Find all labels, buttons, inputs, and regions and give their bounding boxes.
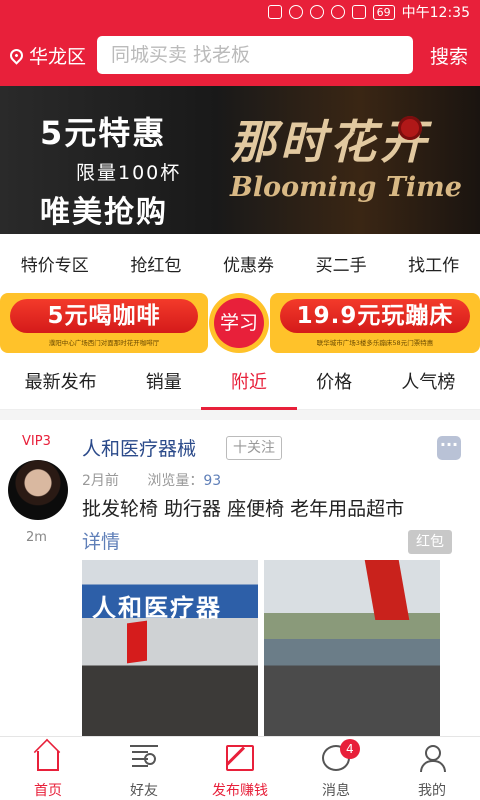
banner-slogan: 唯美抢购 (40, 195, 168, 230)
nav-messages-label: 消息 (322, 783, 350, 799)
views-count: 93 (203, 473, 222, 489)
battery-indicator: 69 (372, 4, 395, 20)
promo-banner[interactable]: 5元特惠 限量100杯 唯美抢购 那时花开 Blooming Time (0, 86, 480, 234)
promo-trampoline[interactable]: 19.9元玩蹦床 联华城市广场3楼多乐蹦床58元门票特惠 (270, 293, 480, 353)
home-icon (37, 751, 59, 771)
search-button[interactable]: 搜索 (430, 42, 468, 69)
nav-friends[interactable]: 好友 (96, 737, 192, 800)
tab-sales[interactable]: 销量 (138, 356, 190, 410)
views-label: 浏览量： (147, 473, 204, 489)
post-title[interactable]: 批发轮椅 助行器 座便椅 老年用品超市 (82, 494, 404, 521)
clock: 中午12:35 (401, 5, 470, 21)
flag-icon (127, 620, 147, 664)
banner-brand-cn: 那时花开 (230, 115, 430, 169)
rose-icon (398, 116, 422, 140)
tab-popular[interactable]: 人气榜 (393, 356, 463, 410)
vip-badge: VIP3 (22, 434, 51, 449)
nav-post[interactable]: 发布赚钱 (192, 737, 288, 800)
nav-post-label: 发布赚钱 (212, 783, 268, 799)
nav-messages[interactable]: 4 消息 (288, 737, 384, 800)
post-meta: 2月前 浏览量：93 (82, 470, 221, 490)
wifi-icon (330, 5, 345, 19)
promo-trampoline-title: 19.9元玩蹦床 (280, 299, 470, 333)
post-author[interactable]: 人和医疗器械 (82, 434, 196, 461)
profile-icon (418, 745, 446, 772)
post-photo-storefront[interactable]: 人和医疗器 (82, 560, 258, 736)
tab-nearby[interactable]: 附近 (200, 356, 297, 410)
learn-label: 学习 (214, 298, 264, 348)
promo-coffee-title: 5元喝咖啡 (10, 299, 198, 333)
divider (0, 410, 480, 420)
header: 华龙区 同城买卖 找老板 搜索 (0, 24, 480, 86)
red-packet-badge[interactable]: 红包 (408, 530, 452, 554)
tab-price[interactable]: 价格 (308, 356, 360, 410)
quick-nav: 特价专区 抢红包 优惠券 买二手 找工作 (0, 234, 480, 292)
friends-icon (130, 745, 158, 771)
quick-nav-second-hand[interactable]: 买二手 (312, 251, 371, 276)
post-time: 2月前 (82, 473, 119, 489)
sort-tabs: 最新发布 销量 附近 价格 人气榜 (0, 356, 480, 410)
location-label: 华龙区 (29, 46, 87, 68)
alarm-icon (288, 5, 303, 19)
flag-icon (364, 560, 410, 620)
banner-headline: 5元特惠 (40, 114, 167, 152)
edit-icon (226, 745, 254, 771)
nav-profile-label: 我的 (418, 783, 446, 799)
promo-trampoline-sub: 联华城市广场3楼多乐蹦床58元门票特惠 (316, 339, 434, 347)
learn-button[interactable]: 学习 (209, 293, 269, 353)
message-badge: 4 (339, 739, 360, 759)
banner-brand-en: Blooming Time (230, 172, 462, 203)
location-selector[interactable]: 华龙区 (7, 42, 87, 69)
more-options-icon[interactable]: ··· (437, 436, 461, 460)
bottom-nav: 首页 好友 发布赚钱 4 消息 我的 (0, 736, 480, 800)
nav-profile[interactable]: 我的 (384, 737, 480, 800)
quick-nav-red-packets[interactable]: 抢红包 (126, 251, 185, 276)
banner-limit: 限量100杯 (76, 162, 182, 184)
nav-home[interactable]: 首页 (0, 737, 96, 800)
quick-nav-coupons[interactable]: 优惠券 (219, 251, 278, 276)
status-bar: 69 中午12:35 (0, 0, 480, 24)
notification-icon (267, 5, 282, 19)
nav-home-label: 首页 (34, 783, 62, 799)
store-sign: 人和医疗器 (92, 593, 222, 622)
promo-coffee[interactable]: 5元喝咖啡 濮阳中心广场西门对面那时花开咖啡厅 (0, 293, 208, 353)
nav-friends-label: 好友 (130, 783, 158, 799)
search-input[interactable]: 同城买卖 找老板 (97, 36, 413, 74)
location-pin-icon (7, 46, 26, 65)
distance-label: 2m (26, 530, 47, 545)
post-photo-wheelchairs[interactable] (264, 560, 440, 736)
avatar[interactable] (8, 460, 68, 520)
eye-icon (309, 5, 324, 19)
tab-latest[interactable]: 最新发布 (17, 356, 105, 410)
quick-nav-deals[interactable]: 特价专区 (17, 251, 93, 276)
signal-icon (351, 5, 366, 19)
follow-button[interactable]: 十关注 (226, 436, 282, 460)
detail-link[interactable]: 详情 (82, 527, 120, 554)
promo-coffee-sub: 濮阳中心广场西门对面那时花开咖啡厅 (48, 339, 160, 347)
quick-nav-jobs[interactable]: 找工作 (404, 251, 463, 276)
